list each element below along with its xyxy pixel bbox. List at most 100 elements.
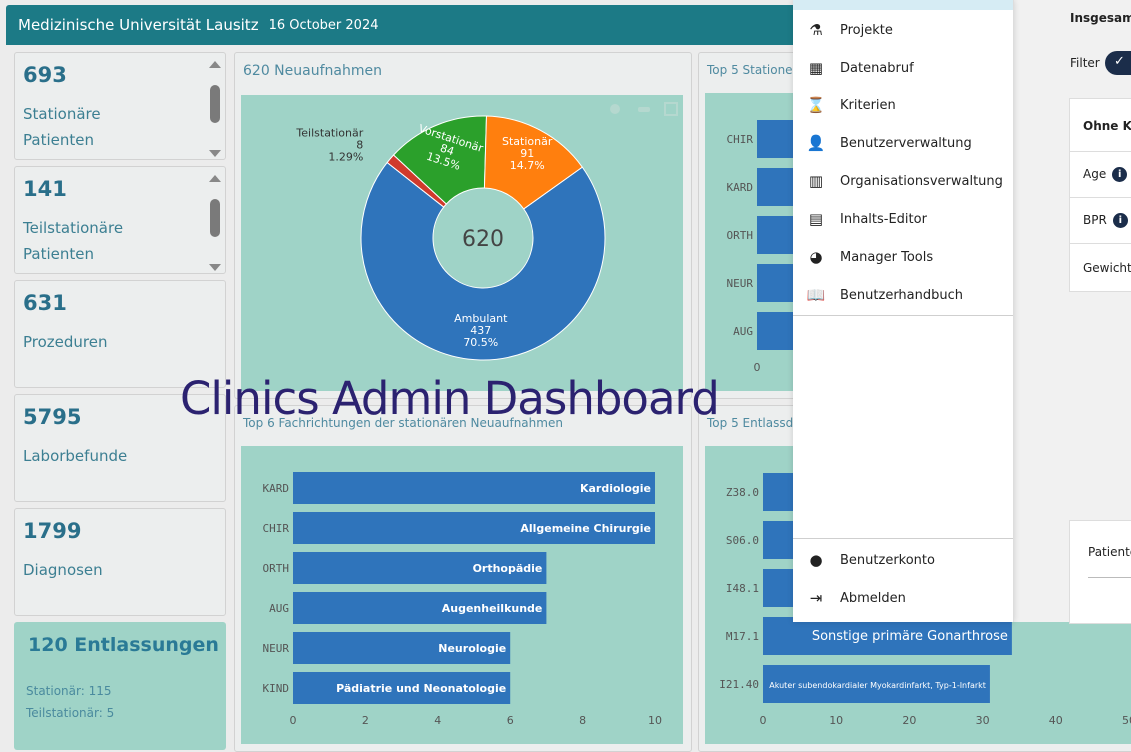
stat-label: Prozeduren [23,333,108,351]
patienten-box: Patiente [1069,520,1131,624]
menu-item-label: Manager Tools [840,249,934,265]
camera-icon[interactable] [610,104,620,114]
x-tick-label: 2 [362,714,369,727]
menu-item-kriterien[interactable]: ⌛ Kriterien [793,87,1013,123]
navigation-drawer: ⚗ Projekte ▦ Datenabruf ⌛ Kriterien 👤 Benutz… [793,0,1014,622]
menu-item-label: Abmelden [840,590,906,606]
scrollbar[interactable] [209,175,221,271]
menu-divider [793,315,1013,316]
scroll-thumb[interactable] [210,199,220,237]
right-content-panel: Insgesamt Filter ✓ Ohne Ka Agei BPRi Gew… [1013,0,1131,624]
menu-item-benutzerverwaltung[interactable]: 👤 Benutzerverwaltung [793,125,1013,161]
scroll-up-icon[interactable] [209,61,221,68]
scroll-up-icon[interactable] [209,175,221,182]
bar-label: Orthopädie [473,562,543,575]
row-divider [1070,243,1131,244]
menu-item-benutzerkonto[interactable]: ● Benutzerkonto [793,542,1013,578]
scroll-thumb[interactable] [210,85,220,123]
table-icon[interactable] [664,102,678,116]
filter-toggle[interactable]: ✓ [1105,51,1131,75]
pie-slice-percent: 1.29% [328,150,363,163]
x-tick-label: 10 [648,714,662,727]
pie-label: Teilstationär81.29% [295,126,363,163]
x-tick-label: 6 [507,714,514,727]
bar-label: Sonstige primäre Gonarthrose [812,629,1008,644]
menu-item-benutzerhandbuch[interactable]: 📖 Benutzerhandbuch [793,277,1013,313]
neuaufnahmen-panel: 620 Neuaufnahmen Ambulant 437 70.5% Teilsta… [234,52,692,399]
ohne-kategorie-header: Ohne Ka [1083,119,1131,133]
menu-item-label: Datenabruf [840,60,914,76]
header-date: 16 October 2024 [268,17,379,33]
menu-item-label: Inhalts-Editor [840,211,927,227]
document-icon: ▤ [808,210,824,228]
stationen-chart: CHIR KARD ORTH NEUR AUG 0 [727,120,799,374]
row-divider [1070,197,1131,198]
pie-slice-percent: 70.5% [463,336,498,349]
top5-stationen-panel: Top 5 Stationen CHIR KARD ORTH NEUR AUG 0 [698,52,800,399]
y-tick-label: KARD [263,482,290,495]
info-icon[interactable]: i [1112,167,1128,182]
x-tick-label: 0 [290,714,297,727]
menu-item-inhalts-editor[interactable]: ▤ Inhalts-Editor [793,201,1013,237]
menu-item-label: Organisationsverwaltung [840,173,1003,189]
age-label: Age [1083,167,1107,181]
info-icon[interactable]: i [1112,213,1128,228]
y-tick-label: I48.1 [726,582,759,595]
pie-icon: ◕ [809,248,823,266]
y-tick-label: CHIR [727,133,754,146]
menu-item-organisationsverwaltung[interactable]: ▥ Organisationsverwaltung [793,163,1013,199]
bar-label: Neurologie [438,642,506,655]
y-tick-label: NEUR [727,277,754,290]
x-tick-label: 40 [1049,714,1063,727]
y-tick-label: ORTH [727,229,754,242]
stat-label: Stationäre [23,105,101,123]
menu-item-datenabruf[interactable]: ▦ Datenabruf [793,50,1013,86]
logout-icon: ⇥ [809,589,823,607]
table-icon: ▦ [808,59,824,77]
row-divider [1070,151,1131,152]
scrollbar[interactable] [209,61,221,157]
app-title: Medizinische Universität Lausitz [18,16,259,34]
pie-slice-percent: 14.7% [510,159,545,172]
stat-value: 5795 [23,405,82,429]
scroll-down-icon[interactable] [209,264,221,271]
age-row: Age i [1083,167,1128,182]
x-tick-label: 20 [902,714,916,727]
menu-item-manager-tools[interactable]: ◕ Manager Tools [793,239,1013,275]
filter-label: Filter [1070,56,1100,70]
patienten-underline [1088,577,1131,578]
stat-value: 1799 [23,519,82,543]
fachrichtungen-panel: Top 6 Fachrichtungen der stationären Neu… [234,405,692,752]
zoom-icon[interactable] [638,107,650,112]
scroll-down-icon[interactable] [209,150,221,157]
panel-title: 620 Neuaufnahmen [243,63,382,79]
bpr-row: BPR i [1083,213,1128,228]
stat-label: Patienten [23,131,94,149]
bpr-label: BPR [1083,213,1107,227]
insgesamt-label: Insgesamt [1070,11,1131,25]
fachrichtungen-chart: KARD Kardiologie CHIR Allgemeine Chirurgie O… [263,472,662,727]
menu-item-label: Kriterien [840,97,896,113]
pie-center-label: 620 [462,227,504,252]
flask-icon: ⚗ [809,21,823,39]
bar-label: Kardiologie [580,482,651,495]
menu-item-label: Projekte [840,22,893,38]
menu-item-label: Benutzerkonto [840,552,935,568]
drawer-active-item[interactable] [793,0,1013,10]
menu-item-projekte[interactable]: ⚗ Projekte [793,12,1013,48]
stat-card-teilstationaere-patienten: 141 Teilstationäre Patienten [14,166,226,274]
menu-item-abmelden[interactable]: ⇥ Abmelden [793,580,1013,616]
y-tick-label: Z38.0 [726,486,759,499]
building-icon: ▥ [808,172,824,190]
menu-item-label: Benutzerhandbuch [840,287,964,303]
y-tick-label: S06.0 [726,534,759,547]
x-tick-label: 50 [1122,714,1131,727]
x-tick-label: 4 [434,714,441,727]
x-tick-label: 0 [754,361,761,374]
stat-card-stationaere-patienten: 693 Stationäre Patienten [14,52,226,160]
modebar [610,102,678,116]
x-tick-label: 10 [829,714,843,727]
y-tick-label: KIND [263,682,290,695]
hourglass-icon: ⌛ [806,96,826,114]
entlassungen-stationaer: Stationär: 115 [26,684,112,698]
